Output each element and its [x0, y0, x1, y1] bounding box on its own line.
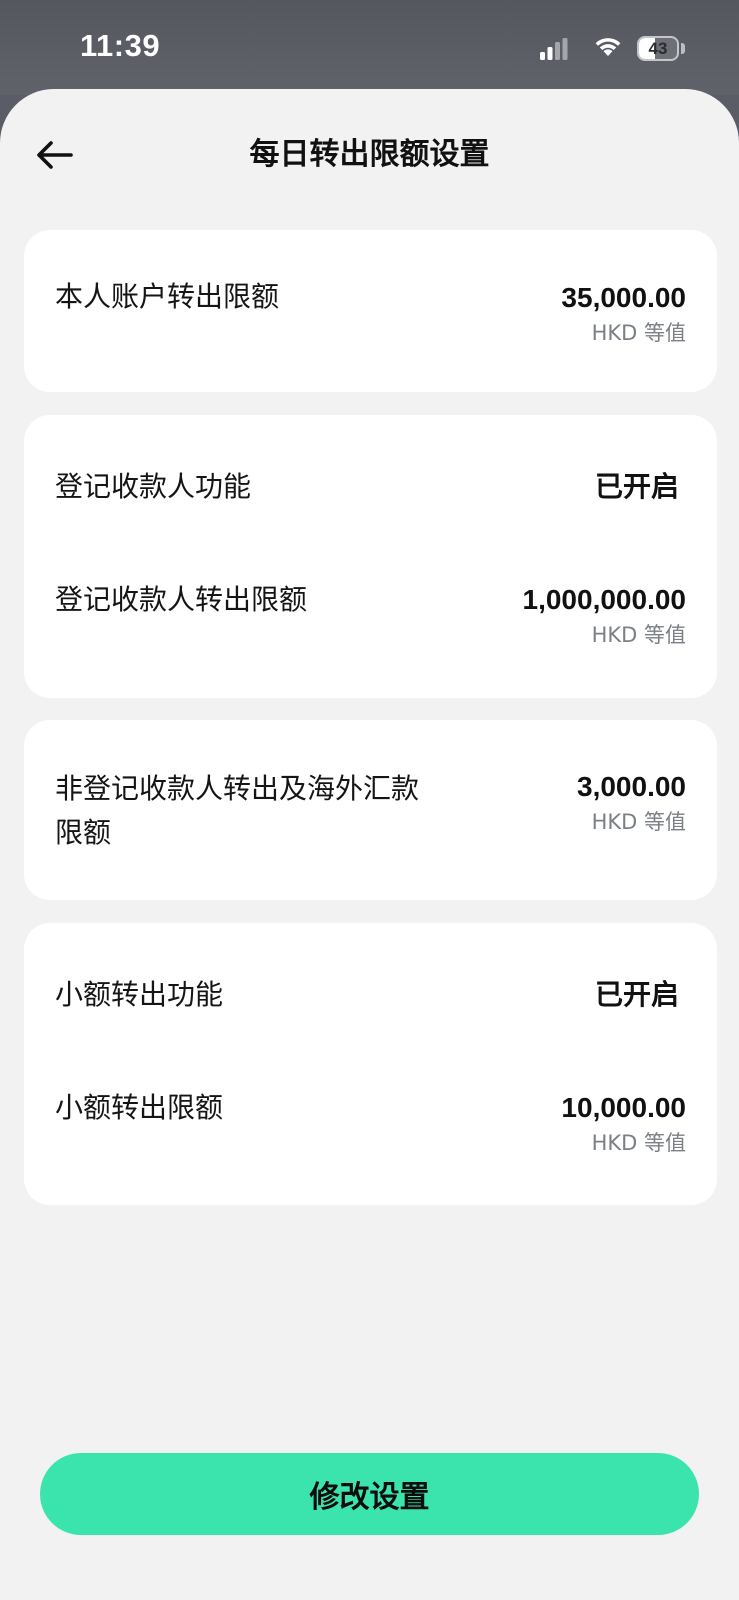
registered-payee-card: 登记收款人功能 已开启 登记收款人转出限额 1,000,000.00 HKD 等… [24, 415, 717, 698]
unregistered-payee-limit-row: 非登记收款人转出及海外汇款 限额 3,000.00 HKD 等值 [24, 720, 717, 900]
status-time: 11:39 [80, 28, 161, 63]
own-account-limit-row: 本人账户转出限额 35,000.00 HKD 等值 [24, 230, 717, 392]
registered-payee-limit-label: 登记收款人转出限额 [55, 583, 308, 616]
small-amount-limit-amount: 10,000.00 [561, 1092, 686, 1123]
cellular-signal-icon [540, 38, 568, 60]
unregistered-payee-limit-unit: HKD 等值 [591, 810, 686, 834]
page-title: 每日转出限额设置 [249, 137, 490, 172]
own-account-limit-unit: HKD 等值 [591, 321, 686, 345]
own-account-limit-amount: 35,000.00 [561, 282, 686, 313]
small-amount-limit-row: 小额转出限额 10,000.00 HKD 等值 [24, 1043, 717, 1205]
registered-payee-feature-row: 登记收款人功能 已开启 [24, 415, 717, 535]
small-amount-feature-label: 小额转出功能 [55, 978, 224, 1011]
unregistered-payee-limit-label-line1: 非登记收款人转出及海外汇款 [55, 772, 420, 805]
registered-payee-feature-label: 登记收款人功能 [55, 470, 252, 503]
registered-payee-feature-status: 已开启 [594, 470, 679, 503]
wifi-icon [595, 38, 621, 56]
own-account-limit-card: 本人账户转出限额 35,000.00 HKD 等值 [24, 230, 717, 392]
small-amount-limit-unit: HKD 等值 [591, 1131, 686, 1155]
small-amount-card: 小额转出功能 已开启 小额转出限额 10,000.00 HKD 等值 [24, 923, 717, 1205]
battery-tip [681, 43, 685, 54]
status-bar: 11:39 43 [0, 0, 739, 95]
battery-icon: 43 [637, 36, 679, 61]
small-amount-feature-status: 已开启 [594, 978, 679, 1011]
limit-settings-sheet: 每日转出限额设置 本人账户转出限额 35,000.00 HKD 等值 登记收款人… [0, 89, 739, 1600]
unregistered-payee-limit-amount: 3,000.00 [577, 771, 686, 802]
unregistered-payee-card: 非登记收款人转出及海外汇款 限额 3,000.00 HKD 等值 [24, 720, 717, 900]
registered-payee-limit-unit: HKD 等值 [591, 623, 686, 647]
battery-level: 43 [648, 39, 668, 58]
modify-settings-button[interactable]: 修改设置 [40, 1453, 699, 1535]
registered-payee-limit-row: 登记收款人转出限额 1,000,000.00 HKD 等值 [24, 535, 717, 698]
own-account-limit-label: 本人账户转出限额 [55, 280, 280, 313]
registered-payee-limit-amount: 1,000,000.00 [522, 584, 687, 615]
small-amount-feature-row: 小额转出功能 已开启 [24, 923, 717, 1043]
small-amount-limit-label: 小额转出限额 [55, 1091, 224, 1124]
unregistered-payee-limit-label-line2: 限额 [55, 816, 112, 849]
